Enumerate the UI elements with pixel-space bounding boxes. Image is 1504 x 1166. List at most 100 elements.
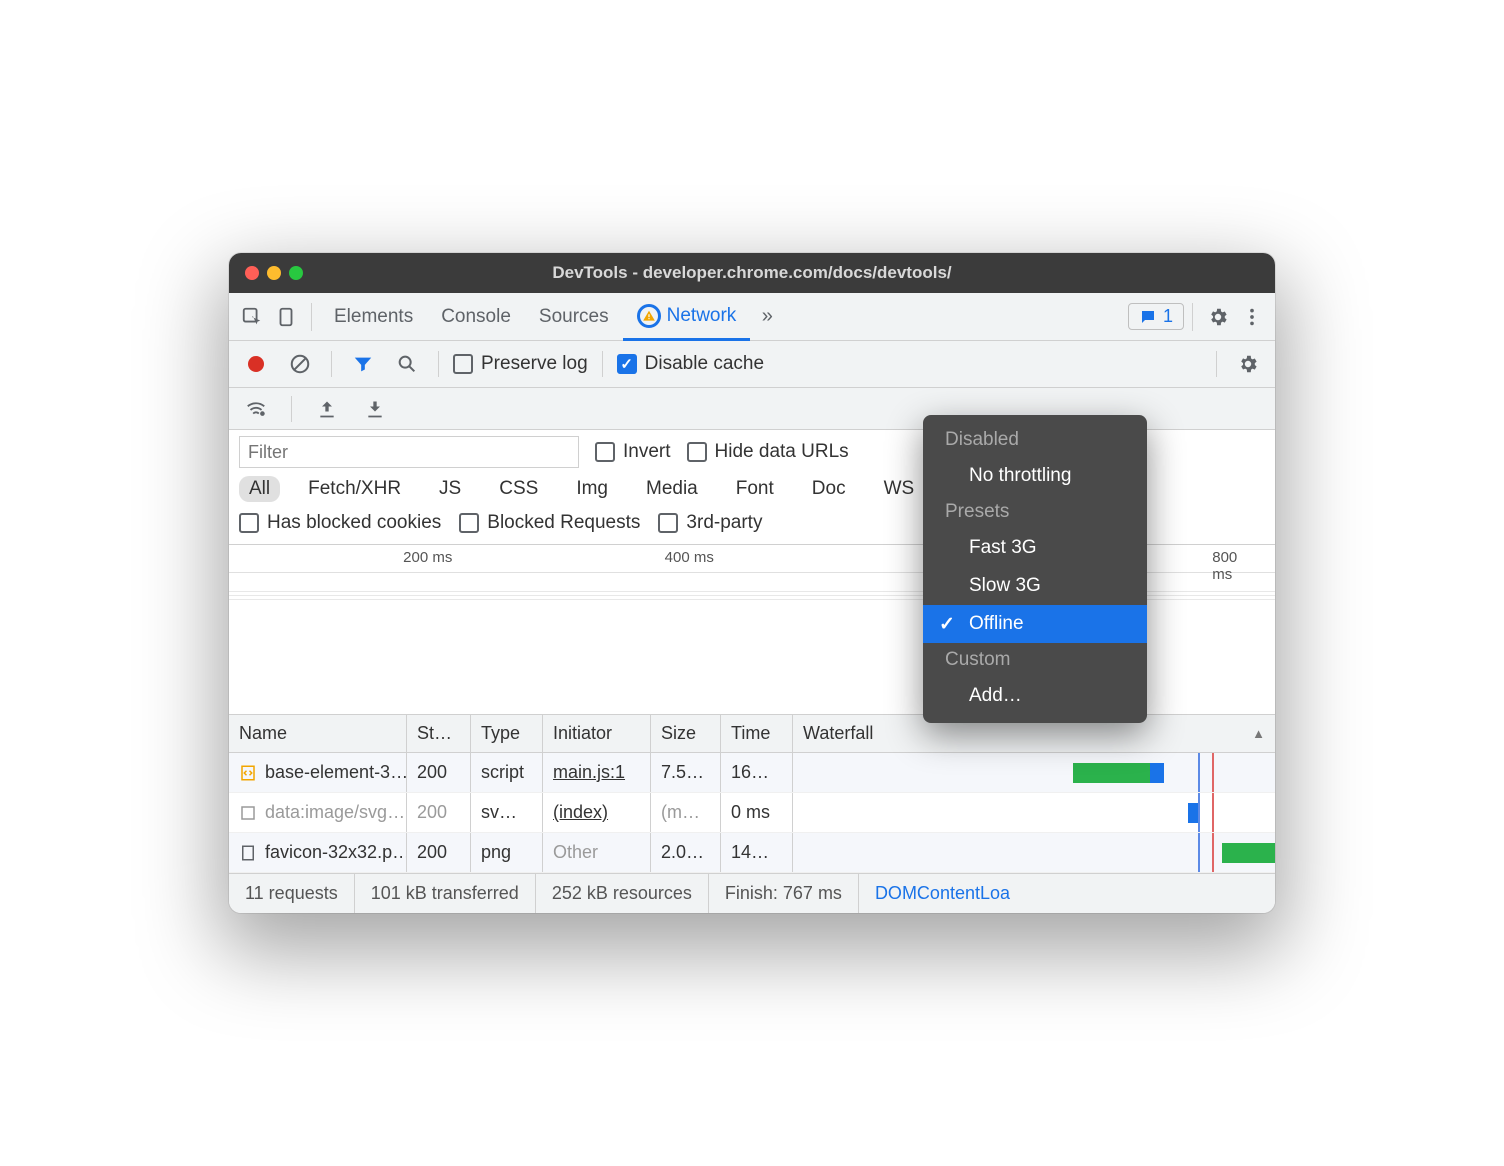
minimize-icon[interactable] (267, 266, 281, 280)
filter-input[interactable] (239, 436, 579, 468)
upload-icon[interactable] (310, 392, 344, 426)
disable-cache-label: Disable cache (645, 353, 764, 375)
filter-type-img[interactable]: Img (566, 476, 618, 502)
kebab-menu-icon[interactable] (1235, 300, 1269, 334)
checkbox-icon (239, 513, 259, 533)
maximize-icon[interactable] (289, 266, 303, 280)
blocked-requests-checkbox[interactable]: Blocked Requests (459, 512, 640, 534)
dd-item-slow-3g[interactable]: Slow 3G (923, 567, 1147, 605)
preserve-log-checkbox[interactable]: Preserve log (453, 353, 588, 375)
hide-data-urls-checkbox[interactable]: Hide data URLs (687, 441, 849, 463)
inspect-icon[interactable] (235, 300, 269, 334)
checkbox-icon (687, 442, 707, 462)
row-size: 2.0… (651, 833, 721, 872)
table-row[interactable]: data:image/svg… 200 sv… (index) (m… 0 ms (229, 793, 1275, 833)
tab-sources[interactable]: Sources (525, 293, 623, 341)
row-status: 200 (407, 753, 471, 792)
col-size[interactable]: Size (651, 715, 721, 752)
col-type[interactable]: Type (471, 715, 543, 752)
dd-section-custom: Custom (923, 643, 1147, 677)
row-type: sv… (471, 793, 543, 832)
tab-elements[interactable]: Elements (320, 293, 427, 341)
col-name[interactable]: Name (229, 715, 407, 752)
row-waterfall (793, 793, 1275, 832)
status-requests: 11 requests (229, 874, 355, 913)
filter-type-font[interactable]: Font (726, 476, 784, 502)
dd-item-fast-3g[interactable]: Fast 3G (923, 529, 1147, 567)
invert-label: Invert (623, 441, 671, 463)
col-time[interactable]: Time (721, 715, 793, 752)
dd-item-add[interactable]: Add… (923, 677, 1147, 715)
row-initiator[interactable]: main.js:1 (553, 762, 625, 783)
device-toggle-icon[interactable] (269, 300, 303, 334)
panel-tabs-row: Elements Console Sources Network » 1 (229, 293, 1275, 341)
invert-checkbox[interactable]: Invert (595, 441, 671, 463)
has-blocked-cookies-checkbox[interactable]: Has blocked cookies (239, 512, 441, 534)
filter-icon[interactable] (346, 347, 380, 381)
row-name: favicon-32x32.p… (265, 842, 407, 863)
dd-item-no-throttling[interactable]: No throttling (923, 457, 1147, 495)
close-icon[interactable] (245, 266, 259, 280)
record-button[interactable] (239, 347, 273, 381)
preserve-log-label: Preserve log (481, 353, 588, 375)
separator (602, 351, 603, 377)
third-party-checkbox[interactable]: 3rd-party (658, 512, 762, 534)
filter-type-media[interactable]: Media (636, 476, 708, 502)
dd-section-disabled: Disabled (923, 423, 1147, 457)
row-waterfall (793, 753, 1275, 792)
separator (1192, 303, 1193, 331)
row-time: 16… (721, 753, 793, 792)
col-status[interactable]: St… (407, 715, 471, 752)
search-icon[interactable] (390, 347, 424, 381)
generic-file-icon (239, 844, 257, 862)
titlebar: DevTools - developer.chrome.com/docs/dev… (229, 253, 1275, 293)
filter-type-all[interactable]: All (239, 476, 280, 502)
table-row[interactable]: base-element-3… 200 script main.js:1 7.5… (229, 753, 1275, 793)
separator (291, 396, 292, 422)
filter-type-ws[interactable]: WS (874, 476, 925, 502)
network-settings-icon[interactable] (1231, 347, 1265, 381)
dd-item-offline[interactable]: Offline (923, 605, 1147, 643)
checkbox-icon (459, 513, 479, 533)
warning-icon (637, 304, 661, 328)
tab-console[interactable]: Console (427, 293, 525, 341)
clear-icon[interactable] (283, 347, 317, 381)
checkbox-icon (658, 513, 678, 533)
table-row[interactable]: favicon-32x32.p… 200 png Other 2.0… 14… (229, 833, 1275, 873)
status-finish: Finish: 767 ms (709, 874, 859, 913)
more-tabs-icon[interactable]: » (750, 300, 784, 334)
filter-type-css[interactable]: CSS (489, 476, 548, 502)
checkbox-icon (595, 442, 615, 462)
tick-label: 400 ms (665, 549, 714, 566)
request-table: Name St… Type Initiator Size Time Waterf… (229, 715, 1275, 873)
row-size: 7.5… (651, 753, 721, 792)
checkbox-icon (453, 354, 473, 374)
row-initiator: Other (543, 833, 651, 872)
separator (331, 351, 332, 377)
row-initiator[interactable]: (index) (553, 802, 608, 823)
col-initiator[interactable]: Initiator (543, 715, 651, 752)
image-file-icon (239, 804, 257, 822)
row-status: 200 (407, 833, 471, 872)
has-blocked-cookies-label: Has blocked cookies (267, 512, 441, 534)
devtools-window: DevTools - developer.chrome.com/docs/dev… (229, 253, 1275, 913)
issues-button[interactable]: 1 (1128, 303, 1184, 330)
filter-type-doc[interactable]: Doc (802, 476, 856, 502)
status-bar: 11 requests 101 kB transferred 252 kB re… (229, 873, 1275, 913)
status-domcontentloaded[interactable]: DOMContentLoa (859, 874, 1026, 913)
row-status: 200 (407, 793, 471, 832)
window-title: DevTools - developer.chrome.com/docs/dev… (229, 263, 1275, 283)
tab-network-label: Network (667, 305, 737, 327)
script-file-icon (239, 764, 257, 782)
download-icon[interactable] (358, 392, 392, 426)
network-conditions-icon[interactable] (239, 392, 273, 426)
filter-type-js[interactable]: JS (429, 476, 471, 502)
separator (438, 351, 439, 377)
disable-cache-checkbox[interactable]: Disable cache (617, 353, 764, 375)
filter-type-fetchxhr[interactable]: Fetch/XHR (298, 476, 411, 502)
status-resources: 252 kB resources (536, 874, 709, 913)
hide-data-urls-label: Hide data URLs (715, 441, 849, 463)
settings-icon[interactable] (1201, 300, 1235, 334)
tab-network[interactable]: Network (623, 293, 751, 341)
checkbox-icon (617, 354, 637, 374)
